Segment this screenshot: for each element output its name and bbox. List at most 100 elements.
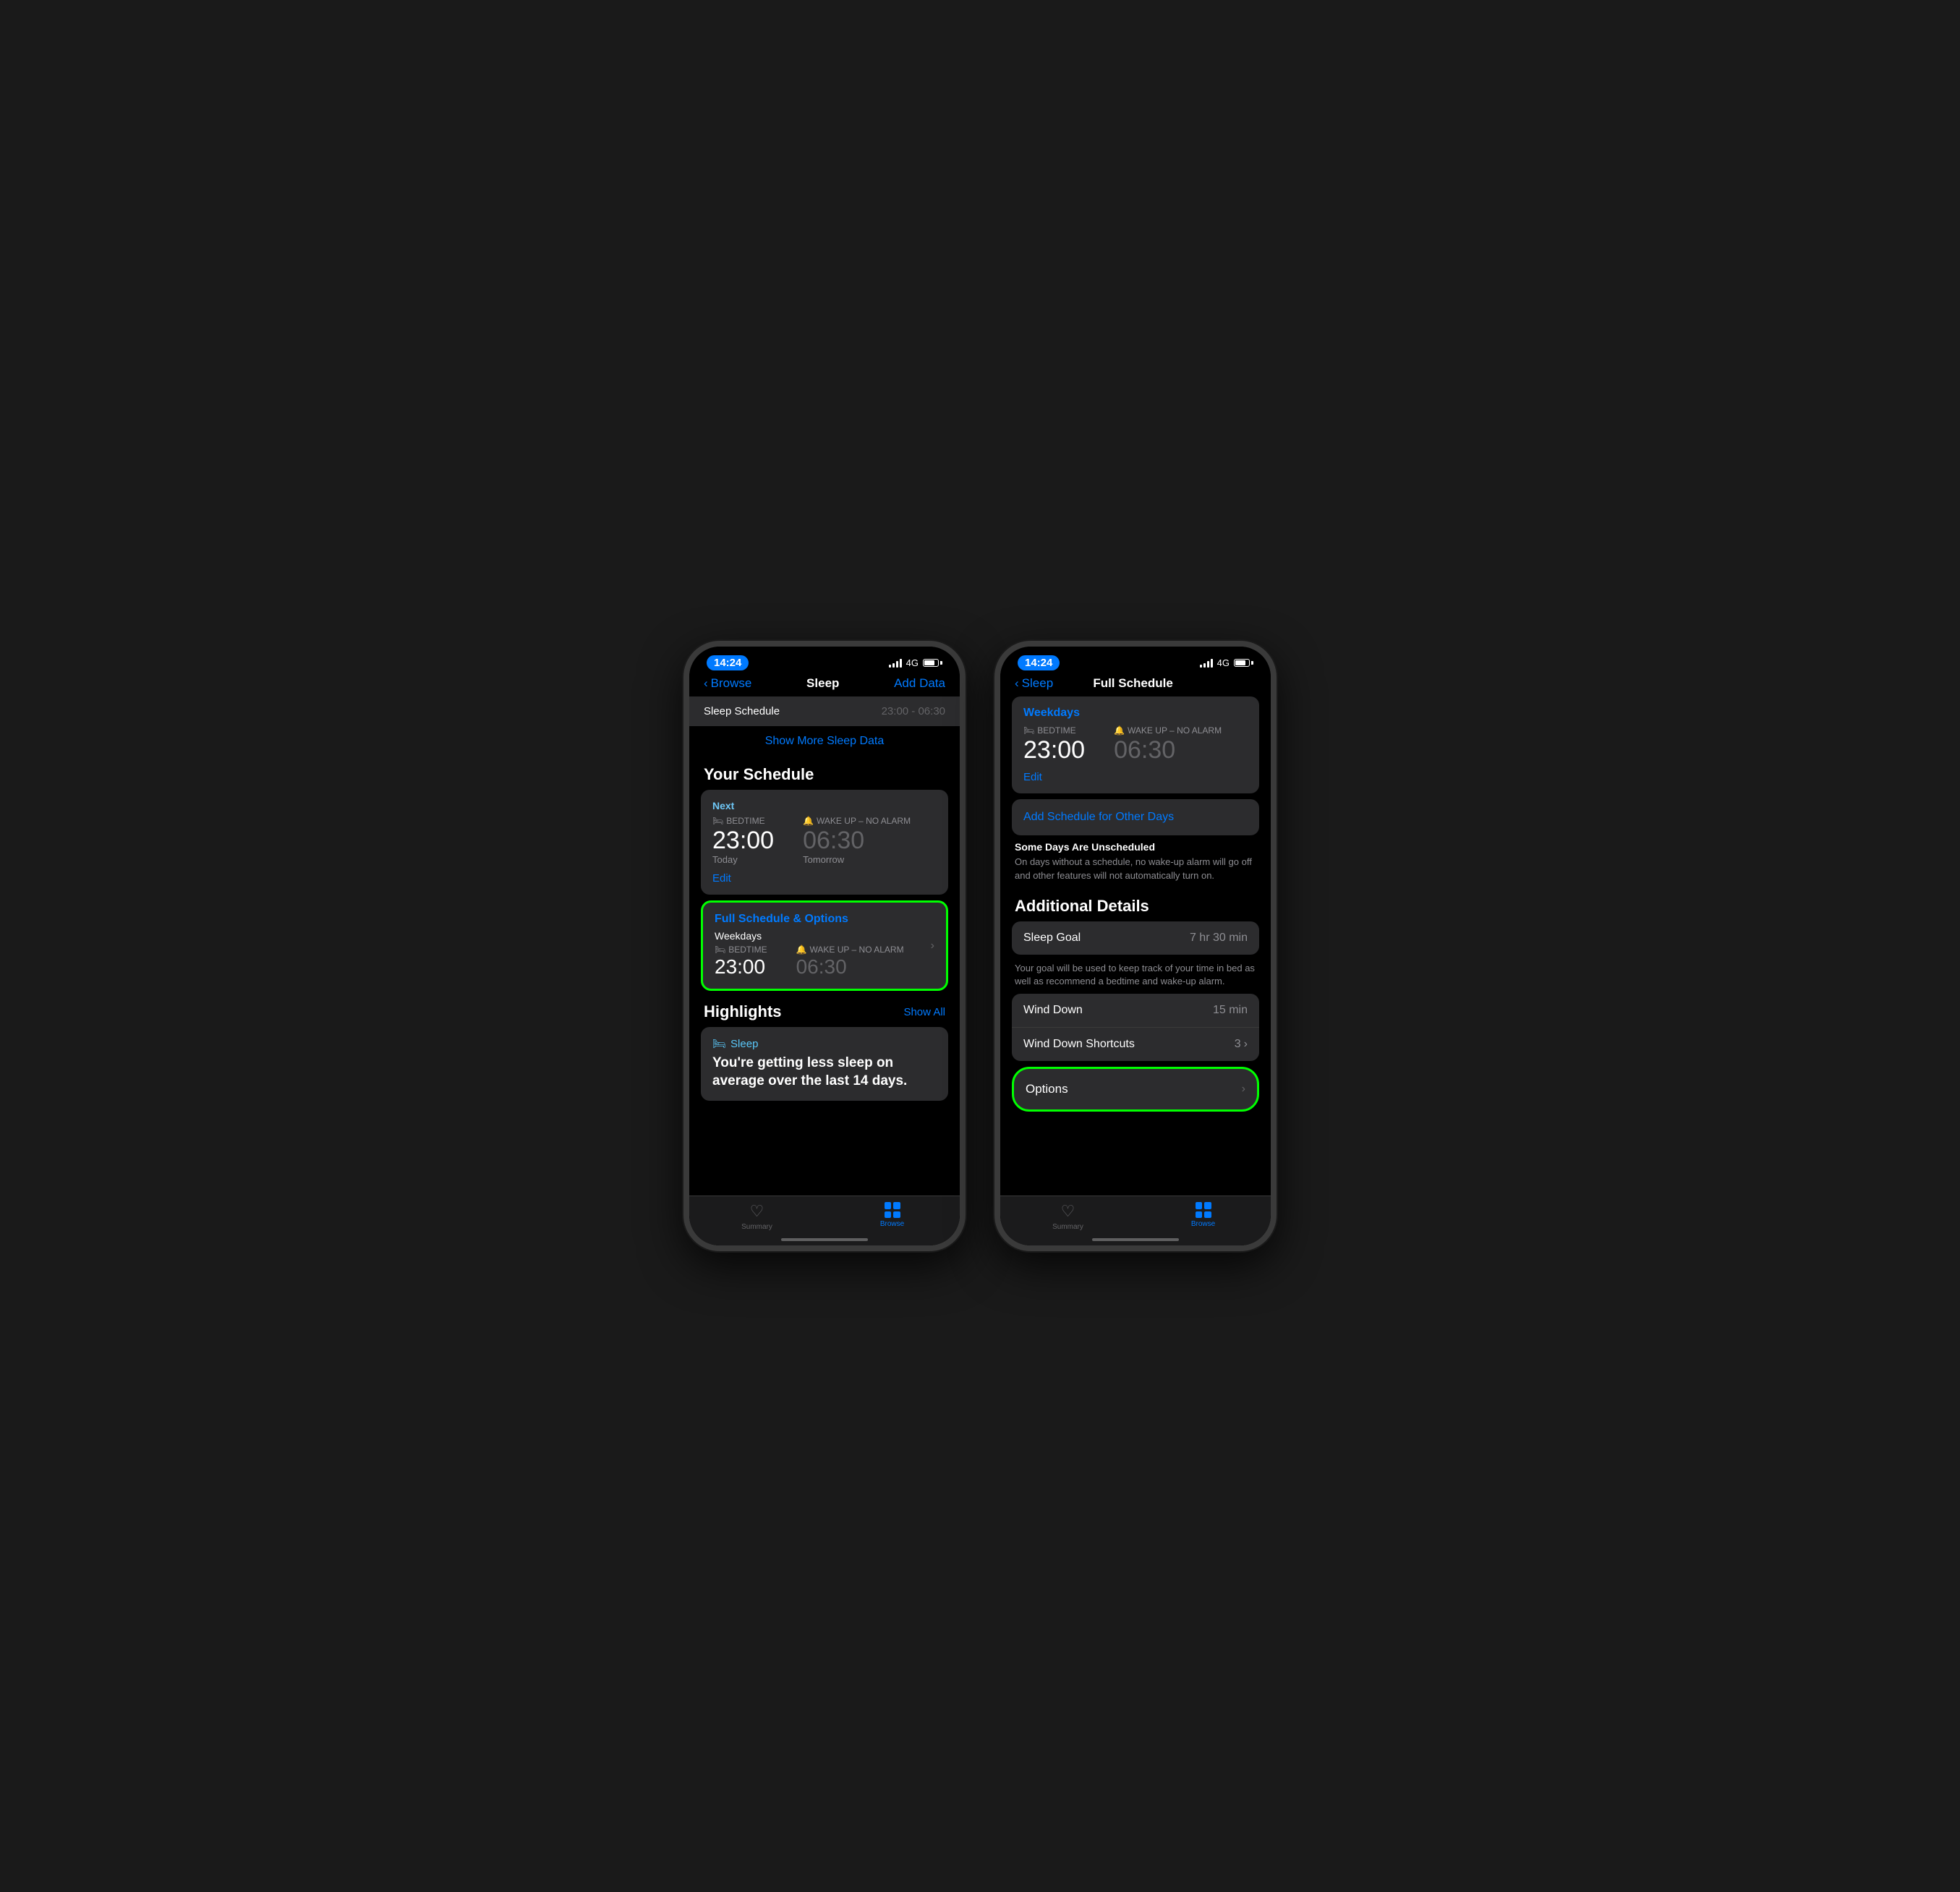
your-schedule-card: Next 🛏 BEDTIME 23:00 Today [701,790,948,895]
sleep-goal-row[interactable]: Sleep Goal 7 hr 30 min [1012,921,1259,955]
signal-type-2: 4G [1217,657,1230,668]
options-chevron: › [1242,1083,1245,1096]
add-schedule-card[interactable]: Add Schedule for Other Days [1012,799,1259,835]
tab-browse-label-1: Browse [880,1220,904,1228]
show-all-link[interactable]: Show All [903,1006,945,1018]
nav-back-2[interactable]: ‹ Sleep [1015,676,1053,691]
phone-full-schedule-inner: 14:24 4G [1000,647,1271,1245]
wakeup-col: 🔔 WAKE UP – NO ALARM 06:30 Tomorrow [803,816,911,865]
show-more-sleep[interactable]: Show More Sleep Data [689,726,960,757]
battery-body-1 [923,659,939,667]
phones-container: 14:24 4G [683,641,1277,1251]
nav-action-1[interactable]: Add Data [894,676,945,691]
signal-type-1: 4G [906,657,919,668]
full-wakeup-icon-label: 🔔 WAKE UP – NO ALARM [796,945,904,955]
bedtime-row: 🛏 BEDTIME 23:00 Today 🔔 WAKE UP – NO ALA… [712,816,937,865]
highlight-text: You're getting less sleep on average ove… [712,1054,937,1090]
home-indicator-2 [1092,1238,1179,1241]
nav-title-2: Full Schedule [1093,676,1173,691]
unscheduled-desc: On days without a schedule, no wake-up a… [1015,856,1256,882]
back-chevron-2: ‹ [1015,676,1019,691]
tab-summary-label-1: Summary [741,1223,772,1231]
wind-down-label: Wind Down [1023,1004,1083,1017]
browse-icon-2 [1196,1202,1211,1218]
weekdays-bedtime-label: BEDTIME [1037,725,1075,736]
weekdays-bedtime-row: 🛏 BEDTIME 23:00 🔔 WAKE UP – NO ALARM 06:… [1023,725,1248,764]
phone-sleep-inner: 14:24 4G [689,647,960,1245]
wind-down-shortcuts-label: Wind Down Shortcuts [1023,1038,1135,1051]
highlights-section: Highlights Show All 🛏 Sleep You're getti… [701,997,948,1100]
full-bedtime-row: 🛏 BEDTIME 23:00 🔔 WAKE UP – NO ALARM [715,945,934,979]
tab-summary-label-2: Summary [1052,1223,1083,1231]
browse-icon-1 [885,1202,900,1218]
notch [770,647,879,668]
top-schedule-row: Sleep Schedule 23:00 - 06:30 [689,696,960,726]
bed-icon-3: 🛏 [1023,725,1034,736]
edit-link-1[interactable]: Edit [712,872,937,885]
wakeup-label: WAKE UP – NO ALARM [817,816,911,826]
battery-2 [1234,659,1253,667]
notch-2 [1081,647,1190,668]
back-chevron-1: ‹ [704,676,708,691]
full-wakeup-time: 06:30 [796,956,904,979]
nav-back-1[interactable]: ‹ Browse [704,676,751,691]
add-schedule-text: Add Schedule for Other Days [1023,811,1174,823]
status-icons-1: 4G [889,657,942,668]
browse-cell-7 [1196,1211,1203,1219]
browse-cell-6 [1204,1202,1211,1209]
shortcuts-chevron: › [1244,1038,1248,1051]
browse-cell-1 [885,1202,892,1209]
weekdays-label-1: Weekdays [715,930,934,942]
wind-down-shortcuts-row[interactable]: Wind Down Shortcuts 3 › [1012,1027,1259,1061]
tab-browse-2[interactable]: Browse [1135,1202,1271,1231]
wind-down-row[interactable]: Wind Down 15 min [1012,994,1259,1027]
bell-icon-2: 🔔 [796,945,807,955]
wakeup-time: 06:30 [803,827,911,854]
signal-bar-4 [900,659,902,668]
sleep-bed-icon: 🛏 [712,1037,726,1050]
full-bedtime-icon-label: 🛏 BEDTIME [715,945,767,955]
weekdays-wakeup-col: 🔔 WAKE UP – NO ALARM 06:30 [1114,725,1222,764]
goal-desc: Your goal will be used to keep track of … [1000,956,1271,994]
your-schedule-title: Your Schedule [701,757,948,790]
full-wakeup-label: WAKE UP – NO ALARM [810,945,904,955]
schedule-label: Sleep Schedule [704,705,780,717]
nav-back-label-2[interactable]: Sleep [1022,676,1053,691]
weekdays-bedtime-col: 🛏 BEDTIME 23:00 [1023,725,1085,764]
your-schedule-section: Your Schedule Next 🛏 BEDTIME 23:00 Today [701,757,948,991]
scroll-content-2[interactable]: Weekdays 🛏 BEDTIME 23:00 🔔 [1000,696,1271,1194]
tab-browse-1[interactable]: Browse [825,1202,960,1231]
bed-icon-1: 🛏 [712,816,723,826]
bedtime-col: 🛏 BEDTIME 23:00 Today [712,816,774,865]
highlights-title: Highlights [704,1002,782,1021]
heart-icon-2: ♡ [1061,1202,1075,1221]
wakeup-sub: Tomorrow [803,854,911,865]
bedtime-time: 23:00 [712,827,774,854]
highlights-card: 🛏 Sleep You're getting less sleep on ave… [701,1027,948,1100]
edit-link-2[interactable]: Edit [1023,771,1248,783]
unscheduled-card: Some Days Are Unscheduled On days withou… [1000,838,1271,890]
bed-icon-2: 🛏 [715,945,725,955]
battery-body-2 [1234,659,1250,667]
tab-browse-label-2: Browse [1191,1220,1215,1228]
options-card[interactable]: Options › [1012,1067,1259,1112]
full-bedtime-time: 23:00 [715,956,767,979]
battery-1 [923,659,942,667]
bedtime-label: BEDTIME [726,816,764,826]
signal-bar-3 [896,661,898,668]
signal-bar-1 [889,665,891,668]
full-schedule-card[interactable]: Full Schedule & Options Weekdays 🛏 BEDTI… [701,900,948,991]
nav-back-label-1[interactable]: Browse [711,676,752,691]
scroll-content-1[interactable]: Sleep Schedule 23:00 - 06:30 Show More S… [689,696,960,1194]
tab-summary-2[interactable]: ♡ Summary [1000,1202,1135,1231]
battery-fill-2 [1235,660,1245,665]
tab-summary-1[interactable]: ♡ Summary [689,1202,825,1231]
browse-cell-4 [893,1211,900,1219]
sleep-icon-label: 🛏 Sleep [712,1037,937,1050]
options-label: Options [1026,1082,1068,1096]
bedtime-sub: Today [712,854,774,865]
weekdays-card: Weekdays 🛏 BEDTIME 23:00 🔔 [1012,696,1259,793]
schedule-time: 23:00 - 06:30 [882,705,945,717]
weekdays-wakeup-label: WAKE UP – NO ALARM [1128,725,1222,736]
bell-icon-1: 🔔 [803,816,814,826]
